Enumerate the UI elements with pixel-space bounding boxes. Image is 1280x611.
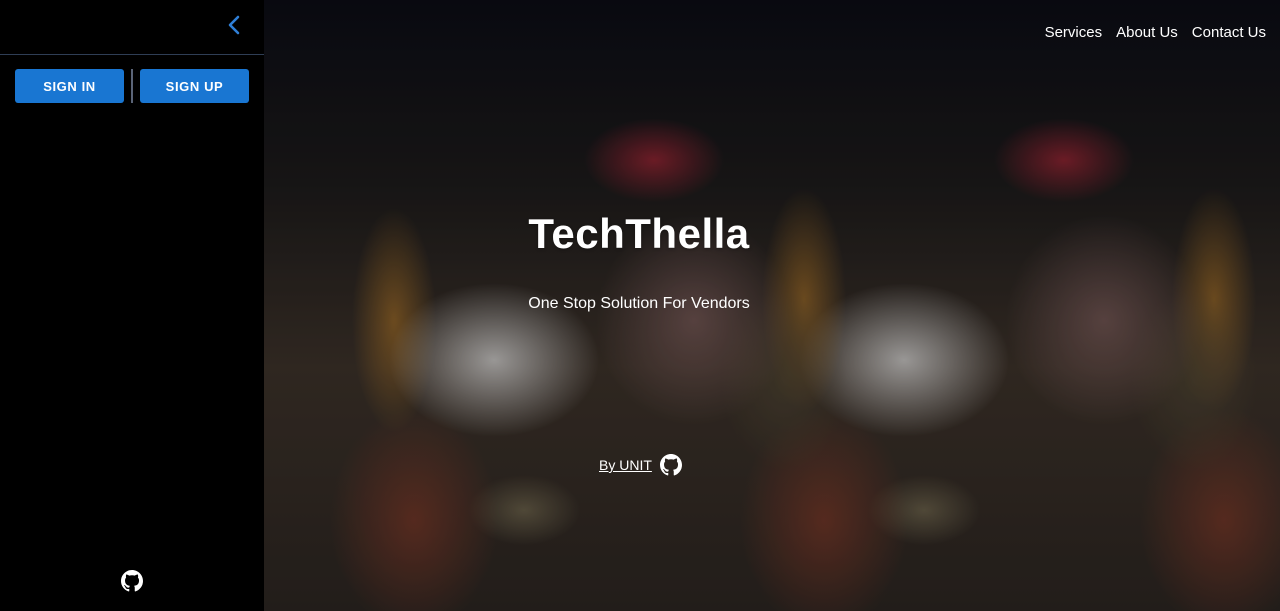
- brand-title: TechThella: [528, 210, 750, 257]
- nav-link-contact[interactable]: Contact Us: [1192, 24, 1266, 41]
- hero-section: Services About Us Contact Us TechThella …: [264, 0, 1280, 611]
- sidebar-header: [0, 0, 264, 55]
- byline: By UNIT: [599, 454, 682, 476]
- button-divider: [131, 69, 133, 103]
- sign-in-button[interactable]: SIGN IN: [15, 69, 124, 103]
- sidebar: SIGN IN SIGN UP: [0, 0, 264, 611]
- chevron-left-icon: [228, 15, 240, 35]
- top-navigation: Services About Us Contact Us: [1045, 24, 1266, 41]
- github-icon: [121, 570, 143, 592]
- app-root: SIGN IN SIGN UP Services About Us Contac…: [0, 0, 1280, 611]
- byline-link[interactable]: By UNIT: [599, 457, 652, 473]
- auth-button-group: SIGN IN SIGN UP: [15, 69, 249, 103]
- sidebar-collapse-button[interactable]: [222, 12, 246, 38]
- sidebar-github-link[interactable]: [121, 570, 143, 592]
- nav-link-about[interactable]: About Us: [1116, 24, 1178, 41]
- sign-up-button[interactable]: SIGN UP: [140, 69, 249, 103]
- nav-link-services[interactable]: Services: [1045, 24, 1103, 41]
- github-icon[interactable]: [659, 454, 682, 476]
- brand-tagline: One Stop Solution For Vendors: [528, 295, 750, 312]
